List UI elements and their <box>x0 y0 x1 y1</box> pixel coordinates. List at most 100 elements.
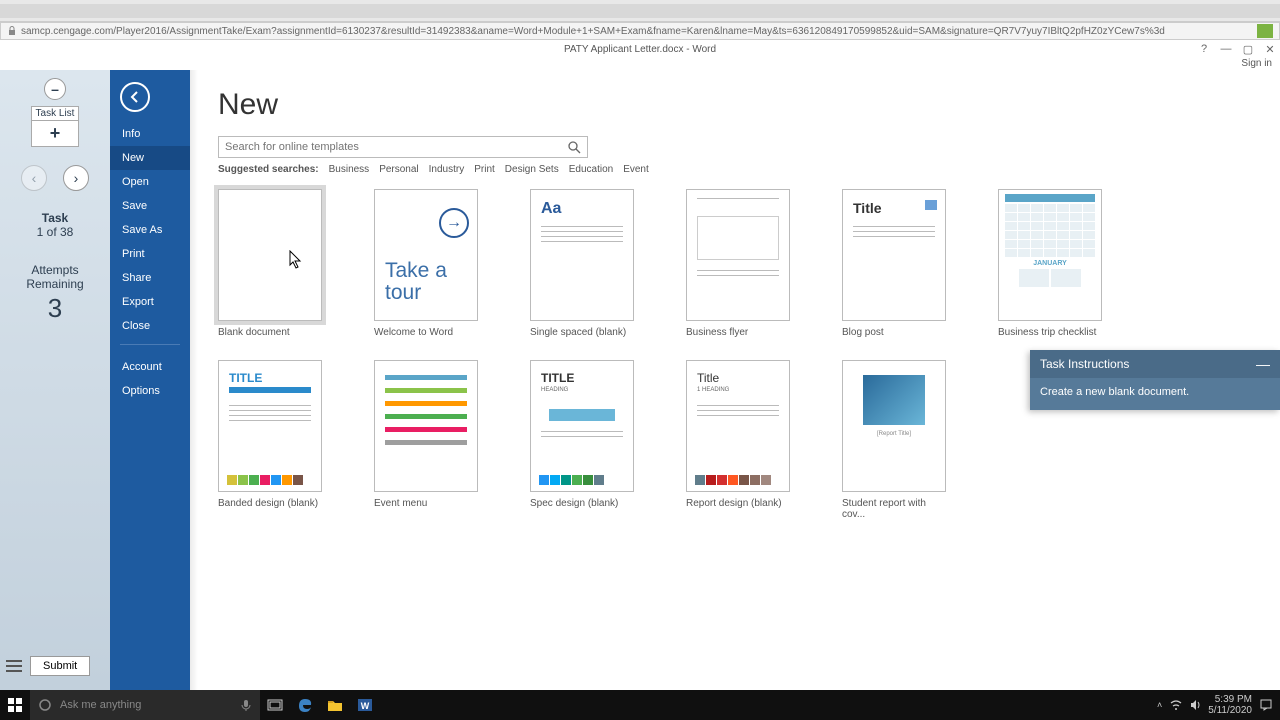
document-title: PATY Applicant Letter.docx - Word <box>564 44 716 55</box>
template-caption: Student report with cov... <box>842 498 946 520</box>
template-caption: Event menu <box>374 498 478 509</box>
edge-icon[interactable] <box>290 690 320 720</box>
back-button[interactable] <box>120 82 150 112</box>
word-icon[interactable]: W <box>350 690 380 720</box>
clock-date[interactable]: 5/11/2020 <box>1208 705 1252 716</box>
mic-icon <box>240 699 252 711</box>
search-input[interactable] <box>225 141 567 153</box>
file-explorer-icon[interactable] <box>320 690 350 720</box>
suggested-industry[interactable]: Industry <box>429 164 465 175</box>
backstage-nav: Info New Open Save Save As Print Share E… <box>110 70 190 690</box>
content-area: New Suggested searches: Business Persona… <box>190 70 1280 690</box>
template-caption: Business trip checklist <box>998 327 1102 338</box>
spec-sub-label: HEADING <box>541 387 568 393</box>
template-caption: Blog post <box>842 327 946 338</box>
tour-label: Take a tour <box>385 260 477 304</box>
suggested-event[interactable]: Event <box>623 164 649 175</box>
cortana-search[interactable]: Ask me anything <box>30 690 260 720</box>
taskbar: Ask me anything W ˄ 5:39 PM 5/11/2020 <box>0 690 1280 720</box>
nav-share[interactable]: Share <box>110 266 190 290</box>
suggested-business[interactable]: Business <box>329 164 370 175</box>
nav-export[interactable]: Export <box>110 290 190 314</box>
template-welcome-to-word[interactable]: → Take a tour Welcome to Word <box>374 189 478 338</box>
nav-save-as[interactable]: Save As <box>110 218 190 242</box>
browser-url-bar[interactable]: samcp.cengage.com/Player2016/AssignmentT… <box>0 22 1280 40</box>
template-caption: Spec design (blank) <box>530 498 634 509</box>
next-task-button[interactable]: › <box>63 165 89 191</box>
template-blank-document[interactable]: Blank document <box>218 189 322 338</box>
task-view-button[interactable] <box>260 690 290 720</box>
nav-save[interactable]: Save <box>110 194 190 218</box>
attempts-value: 3 <box>6 293 104 324</box>
template-spec-design[interactable]: TITLE HEADING Spec design (blank) <box>530 360 634 520</box>
template-business-flyer[interactable]: Business flyer <box>686 189 790 338</box>
svg-text:W: W <box>361 701 370 711</box>
nav-print[interactable]: Print <box>110 242 190 266</box>
template-blog-post[interactable]: Title Blog post <box>842 189 946 338</box>
clock-time[interactable]: 5:39 PM <box>1208 694 1252 705</box>
window-titlebar: PATY Applicant Letter.docx - Word ? — ▢ … <box>0 40 1280 58</box>
browser-extension-icon[interactable] <box>1257 24 1273 38</box>
spec-title-label: TITLE <box>541 371 574 385</box>
prev-task-button[interactable]: ‹ <box>21 165 47 191</box>
submit-button[interactable]: Submit <box>30 656 90 676</box>
action-center-icon[interactable] <box>1260 699 1272 711</box>
close-button[interactable]: ✕ <box>1264 43 1276 55</box>
template-caption: Blank document <box>218 327 322 338</box>
template-caption: Report design (blank) <box>686 498 790 509</box>
task-header: Task <box>37 211 74 225</box>
help-icon[interactable]: ? <box>1198 43 1210 55</box>
report-sub-label: 1 HEADING <box>697 387 729 393</box>
minimize-instructions-button[interactable]: — <box>1256 356 1270 372</box>
nav-account[interactable]: Account <box>110 355 190 379</box>
browser-tab-strip <box>0 0 1280 22</box>
template-student-report[interactable]: [Report Title] Student report with cov..… <box>842 360 946 520</box>
nav-new[interactable]: New <box>110 146 190 170</box>
url-text: samcp.cengage.com/Player2016/AssignmentT… <box>21 26 1165 37</box>
image-icon <box>925 200 937 210</box>
task-list-button[interactable]: Task List + <box>31 106 79 147</box>
month-label: JANUARY <box>1005 260 1095 267</box>
template-caption: Banded design (blank) <box>218 498 322 509</box>
tray-chevron-icon[interactable]: ˄ <box>1157 700 1162 710</box>
template-caption: Business flyer <box>686 327 790 338</box>
task-list-label: Task List <box>31 106 79 121</box>
arrow-right-icon: → <box>439 208 469 238</box>
sign-in-link[interactable]: Sign in <box>1241 58 1272 69</box>
template-business-trip-checklist[interactable]: JANUARY Business trip checklist <box>998 189 1102 338</box>
aa-label: Aa <box>541 200 561 218</box>
task-instructions-panel: Task Instructions — Create a new blank d… <box>1030 350 1280 410</box>
attempts-label: Attempts Remaining <box>6 263 104 291</box>
suggested-personal[interactable]: Personal <box>379 164 418 175</box>
restore-button[interactable]: ▢ <box>1242 43 1254 55</box>
nav-options[interactable]: Options <box>110 379 190 403</box>
lock-icon <box>7 26 21 36</box>
minimize-button[interactable]: — <box>1220 43 1232 55</box>
nav-open[interactable]: Open <box>110 170 190 194</box>
template-single-spaced[interactable]: Aa Single spaced (blank) <box>530 189 634 338</box>
template-caption: Welcome to Word <box>374 327 478 338</box>
student-caption: [Report Title] <box>843 431 945 437</box>
template-search[interactable] <box>218 136 588 158</box>
assessment-sidebar: – Task List + ‹ › Task 1 of 38 Attempts … <box>0 70 110 690</box>
template-caption: Single spaced (blank) <box>530 327 634 338</box>
template-banded-design[interactable]: TITLE Banded design (blank) <box>218 360 322 520</box>
start-button[interactable] <box>0 690 30 720</box>
collapse-button[interactable]: – <box>44 78 66 100</box>
template-report-design[interactable]: Title 1 HEADING Report design (blank) <box>686 360 790 520</box>
network-icon[interactable] <box>1170 699 1182 711</box>
template-event-menu[interactable]: Event menu <box>374 360 478 520</box>
blog-title-label: Title <box>853 200 882 216</box>
suggested-education[interactable]: Education <box>569 164 613 175</box>
suggested-label: Suggested searches: <box>218 164 319 175</box>
suggested-design-sets[interactable]: Design Sets <box>505 164 559 175</box>
search-placeholder: Ask me anything <box>60 699 141 711</box>
suggested-print[interactable]: Print <box>474 164 495 175</box>
nav-close[interactable]: Close <box>110 314 190 338</box>
search-icon[interactable] <box>567 140 581 154</box>
instructions-body: Create a new blank document. <box>1030 378 1280 410</box>
page-title: New <box>218 88 1252 122</box>
volume-icon[interactable] <box>1190 699 1200 711</box>
hamburger-icon[interactable] <box>4 657 24 675</box>
nav-info[interactable]: Info <box>110 122 190 146</box>
